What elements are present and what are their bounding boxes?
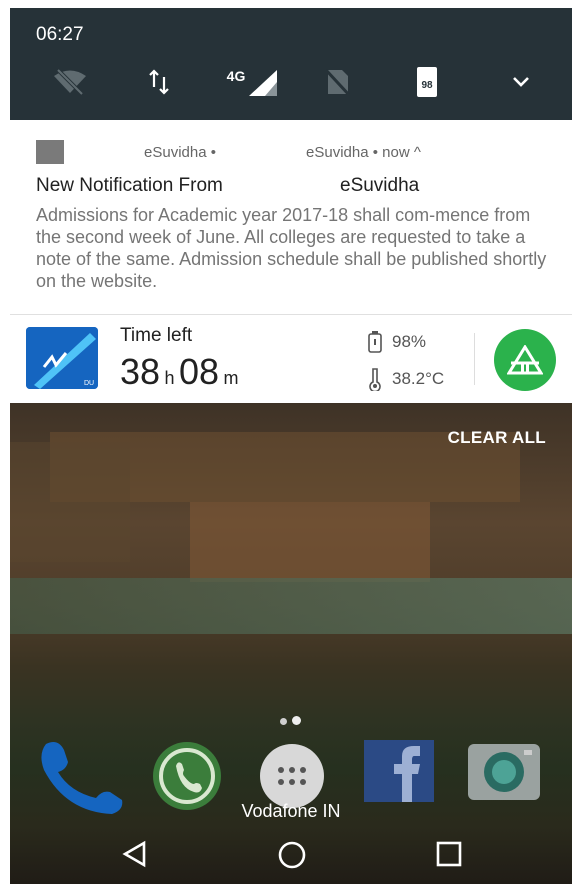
wifi-off-icon[interactable] — [48, 64, 92, 100]
temperature: 38.2°C — [392, 369, 445, 388]
hours-value: 38 — [120, 351, 161, 392]
expand-chevron-icon[interactable] — [506, 64, 536, 100]
wallpaper-cliff — [190, 502, 430, 582]
minutes-unit: m — [223, 368, 239, 388]
data-transfer-icon[interactable] — [144, 64, 174, 100]
app-drawer-icon[interactable] — [254, 738, 336, 808]
quick-settings-row: 4G 98 — [10, 64, 572, 104]
status-time: 06:27 — [36, 24, 84, 45]
phone-screen: 06:27 4G 98 eSuvidha • eSuvidha • now ^ … — [10, 8, 572, 884]
time-left-label: Time left — [120, 325, 193, 346]
time-left-value: 38 h 08 m — [120, 351, 238, 393]
notification-title: New Notification From — [36, 175, 223, 196]
camera-icon[interactable] — [464, 738, 546, 808]
du-battery-app-icon: DU — [26, 327, 98, 389]
notification-meta[interactable]: eSuvidha • now ^ — [306, 144, 421, 161]
no-sim-icon[interactable] — [320, 64, 356, 100]
battery-icon[interactable]: 98 — [412, 64, 442, 100]
svg-text:DU: DU — [84, 380, 94, 387]
facebook-icon[interactable] — [362, 738, 444, 808]
wallpaper-river — [10, 578, 572, 634]
recents-button[interactable] — [434, 840, 468, 870]
cellular-signal-icon[interactable]: 4G — [218, 64, 288, 100]
back-button[interactable] — [120, 840, 154, 870]
page-indicator — [280, 712, 306, 730]
network-type: 4G — [226, 68, 246, 84]
whatsapp-icon[interactable] — [144, 738, 226, 810]
quick-settings-panel: 06:27 4G 98 — [10, 8, 572, 120]
notification-body: Admissions for Academic year 2017-18 sha… — [36, 205, 547, 291]
notification-title-app: eSuvidha — [340, 175, 420, 196]
recents-icon — [436, 841, 462, 867]
page-dot-active — [292, 716, 301, 725]
navigation-bar — [10, 824, 572, 884]
hours-unit: h — [164, 368, 175, 388]
thermometer-icon — [369, 368, 381, 391]
temperature-row: 38.2°C — [368, 367, 444, 391]
boost-button[interactable] — [494, 329, 556, 391]
carrier-label: Vodafone IN — [241, 801, 341, 821]
notification-app-name: eSuvidha • — [144, 144, 216, 161]
phone-icon[interactable] — [36, 738, 123, 814]
battery-notification[interactable]: DU Time left 38 h 08 m 98% 38.2°C — [10, 314, 572, 403]
battery-percent: 98% — [392, 332, 427, 351]
back-icon — [122, 840, 146, 868]
widget-divider — [474, 333, 475, 385]
wallpaper-cliff — [10, 442, 130, 562]
boost-icon — [507, 345, 543, 375]
home-button[interactable] — [276, 840, 310, 870]
page-dot — [280, 718, 287, 725]
home-icon — [278, 841, 306, 869]
battery-percent-row: 98% — [368, 331, 426, 353]
battery-small-icon — [368, 331, 382, 353]
notification-card[interactable]: eSuvidha • eSuvidha • now ^ New Notifica… — [10, 120, 572, 314]
app-icon — [36, 140, 64, 164]
minutes-value: 08 — [178, 351, 220, 392]
clear-all-button[interactable]: CLEAR ALL — [448, 428, 546, 448]
battery-level: 98 — [421, 80, 433, 91]
